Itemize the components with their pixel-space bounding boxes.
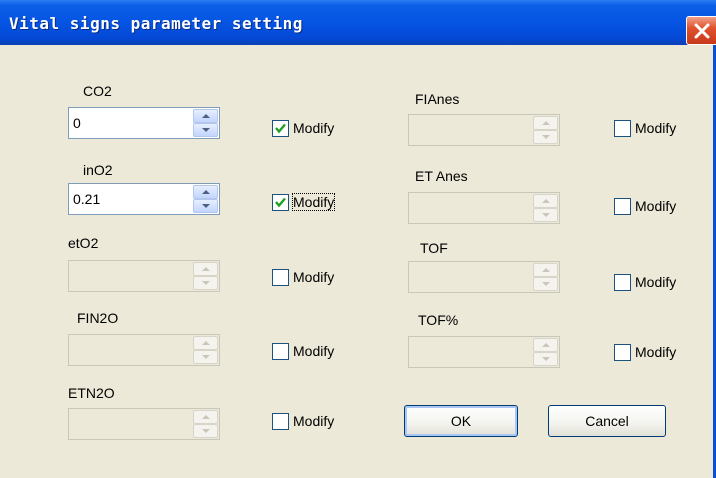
eto2-spinbox[interactable]	[68, 260, 220, 292]
etn2o-spinbox[interactable]	[68, 408, 220, 440]
checkbox-box[interactable]	[272, 194, 289, 211]
fin2o-modify-checkbox[interactable]: Modify	[272, 342, 352, 362]
tof-spinbox[interactable]	[408, 261, 560, 293]
fin2o-label: FIN2O	[77, 310, 119, 326]
spin-up-icon	[202, 114, 210, 118]
spin-down-icon	[542, 213, 550, 217]
modify-label: Modify	[635, 344, 677, 360]
spin-down-icon	[202, 128, 210, 132]
fianes-label: FIAnes	[415, 91, 460, 107]
spin-up-button[interactable]	[193, 410, 218, 424]
checkbox-box[interactable]	[272, 120, 289, 137]
spin-down-icon	[542, 135, 550, 139]
spin-down-icon	[202, 355, 210, 359]
etanes-label: ET Anes	[415, 168, 468, 184]
modify-label: Modify	[635, 198, 677, 214]
ino2-spinbox[interactable]: 0.21	[68, 183, 220, 215]
spin-down-icon	[542, 282, 550, 286]
spin-down-button[interactable]	[533, 130, 558, 144]
spin-down-icon	[202, 429, 210, 433]
spin-up-button[interactable]	[193, 185, 218, 199]
checkmark-icon	[275, 197, 286, 208]
parameter-dialog: Vital signs parameter setting CO2 0 inO2…	[0, 0, 716, 478]
checkmark-icon	[275, 123, 286, 134]
checkbox-box[interactable]	[614, 274, 631, 291]
spin-up-button[interactable]	[533, 194, 558, 208]
etn2o-label: ETN2O	[68, 385, 115, 401]
spin-up-button[interactable]	[533, 263, 558, 277]
spin-up-icon	[542, 343, 550, 347]
spin-down-icon	[542, 357, 550, 361]
etn2o-modify-checkbox[interactable]: Modify	[272, 412, 352, 432]
checkbox-box[interactable]	[614, 344, 631, 361]
spin-up-button[interactable]	[193, 262, 218, 276]
spin-up-button[interactable]	[533, 338, 558, 352]
fin2o-spinbox[interactable]	[68, 334, 220, 366]
spin-down-icon	[202, 204, 210, 208]
co2-spinbox[interactable]: 0	[68, 107, 220, 139]
co2-modify-checkbox[interactable]: Modify	[272, 119, 352, 139]
modify-label: Modify	[293, 413, 335, 429]
ok-button[interactable]: OK	[404, 405, 518, 437]
spin-down-button[interactable]	[193, 424, 218, 438]
modify-label: Modify	[293, 269, 335, 285]
etanes-modify-checkbox[interactable]: Modify	[614, 197, 694, 217]
spin-up-button[interactable]	[193, 109, 218, 123]
fianes-spinbox[interactable]	[408, 114, 560, 146]
spin-up-icon	[542, 121, 550, 125]
etanes-spinbox[interactable]	[408, 192, 560, 224]
spin-up-icon	[202, 267, 210, 271]
co2-value[interactable]: 0	[73, 115, 81, 131]
checkbox-box[interactable]	[272, 343, 289, 360]
cancel-button[interactable]: Cancel	[548, 405, 666, 437]
ino2-value[interactable]: 0.21	[73, 191, 100, 207]
window-title: Vital signs parameter setting	[9, 14, 303, 33]
modify-label: Modify	[293, 343, 335, 359]
modify-label: Modify	[291, 193, 336, 211]
title-bar[interactable]: Vital signs parameter setting	[0, 0, 716, 45]
spin-up-icon	[542, 268, 550, 272]
spin-down-button[interactable]	[533, 352, 558, 366]
close-icon	[694, 23, 710, 39]
modify-label: Modify	[293, 120, 335, 136]
spin-down-icon	[202, 281, 210, 285]
tof-percent-label: TOF%	[418, 312, 459, 328]
eto2-modify-checkbox[interactable]: Modify	[272, 268, 352, 288]
ino2-modify-checkbox[interactable]: Modify	[272, 193, 352, 213]
fianes-modify-checkbox[interactable]: Modify	[614, 119, 694, 139]
modify-label: Modify	[635, 274, 677, 290]
modify-label: Modify	[635, 120, 677, 136]
tof-modify-checkbox[interactable]: Modify	[614, 273, 694, 293]
spin-down-button[interactable]	[193, 123, 218, 137]
tof-percent-spinbox[interactable]	[408, 336, 560, 368]
eto2-label: etO2	[68, 235, 99, 251]
spin-up-icon	[202, 415, 210, 419]
checkbox-box[interactable]	[614, 198, 631, 215]
spin-up-icon	[202, 190, 210, 194]
spin-down-button[interactable]	[533, 277, 558, 291]
checkbox-box[interactable]	[272, 413, 289, 430]
spin-down-button[interactable]	[193, 350, 218, 364]
spin-up-button[interactable]	[193, 336, 218, 350]
tof-percent-modify-checkbox[interactable]: Modify	[614, 343, 694, 363]
spin-down-button[interactable]	[193, 199, 218, 213]
ino2-label: inO2	[83, 162, 113, 178]
spin-down-button[interactable]	[193, 276, 218, 290]
checkbox-box[interactable]	[272, 269, 289, 286]
spin-up-button[interactable]	[533, 116, 558, 130]
close-button[interactable]	[686, 16, 716, 45]
co2-label: CO2	[83, 83, 112, 99]
spin-up-icon	[542, 199, 550, 203]
tof-label: TOF	[420, 240, 448, 256]
checkbox-box[interactable]	[614, 120, 631, 137]
spin-down-button[interactable]	[533, 208, 558, 222]
spin-up-icon	[202, 341, 210, 345]
